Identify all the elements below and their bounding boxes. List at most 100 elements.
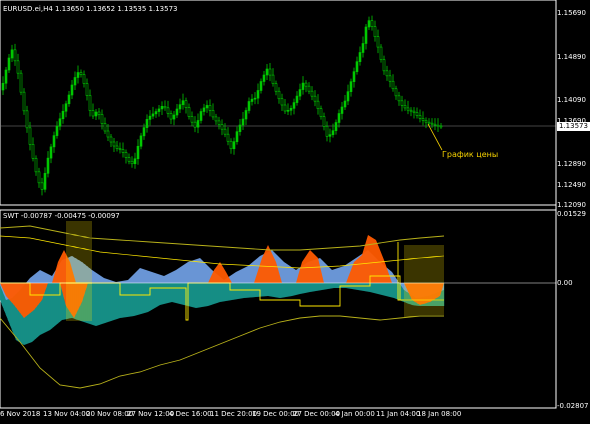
time-axis-label: 4 Dec 16:00 bbox=[169, 410, 212, 418]
price-panel-header: EURUSD.ei,H4 1.13650 1.13652 1.13535 1.1… bbox=[3, 5, 178, 13]
current-price-tag: 1.13573 bbox=[557, 122, 590, 131]
candle-body bbox=[187, 107, 191, 117]
candle-body bbox=[211, 110, 215, 118]
candle-body bbox=[151, 113, 155, 117]
candle-body bbox=[283, 104, 287, 112]
candle-body bbox=[10, 49, 14, 59]
indicator-axis-label: 0.00 bbox=[557, 279, 573, 287]
candle-body bbox=[271, 74, 275, 84]
candle-body bbox=[52, 135, 56, 148]
candle-body bbox=[244, 110, 248, 120]
candle-body bbox=[430, 122, 434, 125]
price-axis-label: 1.12890 bbox=[557, 160, 586, 168]
candle-body bbox=[232, 141, 236, 150]
candle-body bbox=[250, 98, 254, 102]
candle-body bbox=[82, 74, 86, 84]
candle-body bbox=[247, 101, 251, 111]
candle-body bbox=[70, 84, 74, 96]
candle-body bbox=[169, 113, 173, 120]
candle-body bbox=[292, 102, 296, 109]
candle-body bbox=[181, 100, 185, 105]
time-axis-label: 11 Jan 04:00 bbox=[376, 410, 421, 418]
indicator-axis-label: -0.02807 bbox=[557, 402, 589, 410]
candle-body bbox=[355, 61, 359, 72]
candle-body bbox=[109, 136, 113, 143]
candle-body bbox=[100, 114, 104, 124]
candle-body bbox=[370, 20, 374, 27]
candle-body bbox=[73, 77, 77, 86]
candle-body bbox=[55, 125, 59, 136]
candle-body bbox=[94, 111, 98, 117]
time-axis-label: 18 Jan 08:00 bbox=[417, 410, 462, 418]
candle-body bbox=[85, 83, 89, 96]
candle-body bbox=[379, 46, 383, 60]
candle-body bbox=[28, 127, 32, 145]
candle-body bbox=[388, 75, 392, 82]
candle-body bbox=[307, 85, 311, 92]
candle-body bbox=[238, 124, 242, 132]
candle-body bbox=[61, 110, 65, 120]
candle-body bbox=[139, 135, 143, 147]
candle-body bbox=[274, 83, 278, 92]
candle-body bbox=[268, 68, 272, 76]
candle-body bbox=[403, 105, 407, 109]
candle-body bbox=[352, 71, 356, 82]
candle-body bbox=[382, 59, 386, 72]
candle-body bbox=[367, 20, 371, 28]
indicator-panel[interactable] bbox=[0, 209, 557, 409]
candle-body bbox=[433, 123, 437, 126]
time-axis-label: 11 Dec 20:00 bbox=[210, 410, 258, 418]
candle-body bbox=[193, 121, 197, 128]
candle-body bbox=[199, 111, 203, 121]
candle-body bbox=[106, 130, 110, 138]
candle-body bbox=[25, 110, 29, 129]
price-chart-annotation: График цены bbox=[442, 150, 499, 159]
candle-body bbox=[64, 103, 68, 112]
candle-body bbox=[88, 95, 92, 111]
candle-body bbox=[157, 108, 161, 112]
price-axis-label: 1.12490 bbox=[557, 181, 586, 189]
candle-body bbox=[160, 106, 164, 110]
price-axis-label: 1.15690 bbox=[557, 9, 586, 17]
candle-body bbox=[97, 111, 101, 115]
candle-body bbox=[67, 94, 71, 105]
candle-body bbox=[184, 100, 188, 108]
candle-body bbox=[163, 106, 167, 109]
candle-body bbox=[196, 120, 200, 128]
candle-body bbox=[175, 108, 179, 116]
candle-body bbox=[22, 91, 26, 112]
candle-body bbox=[331, 130, 335, 135]
time-axis-label: 13 Nov 04:00 bbox=[43, 410, 91, 418]
indicator-panel-header: SWT -0.00787 -0.00475 -0.00097 bbox=[3, 212, 120, 220]
candle-body bbox=[1, 82, 5, 91]
candle-body bbox=[262, 74, 266, 82]
candle-body bbox=[334, 122, 338, 131]
candle-body bbox=[286, 110, 290, 112]
candle-body bbox=[103, 123, 107, 132]
candle-body bbox=[19, 72, 23, 93]
candle-body bbox=[316, 100, 320, 109]
candle-body bbox=[394, 88, 398, 97]
candle-body bbox=[34, 158, 38, 173]
candle-body bbox=[391, 80, 395, 90]
price-panel[interactable] bbox=[0, 0, 557, 206]
candle-body bbox=[340, 106, 344, 114]
candle-body bbox=[76, 72, 80, 78]
candle-body bbox=[385, 70, 389, 77]
candle-body bbox=[319, 108, 323, 117]
candle-body bbox=[112, 141, 116, 147]
candle-body bbox=[31, 144, 35, 159]
candle-body bbox=[397, 95, 401, 102]
candle-body bbox=[235, 131, 239, 142]
candle-body bbox=[406, 107, 410, 111]
candle-body bbox=[289, 108, 293, 111]
candle-body bbox=[412, 110, 416, 113]
candle-body bbox=[349, 81, 353, 92]
candle-body bbox=[241, 118, 245, 126]
candle-body bbox=[40, 182, 44, 190]
price-axis-label: 1.12090 bbox=[557, 201, 586, 209]
candle-body bbox=[343, 100, 347, 108]
time-axis-label: 27 Dec 00:00 bbox=[293, 410, 341, 418]
candle-body bbox=[400, 100, 404, 106]
candle-body bbox=[322, 116, 326, 127]
